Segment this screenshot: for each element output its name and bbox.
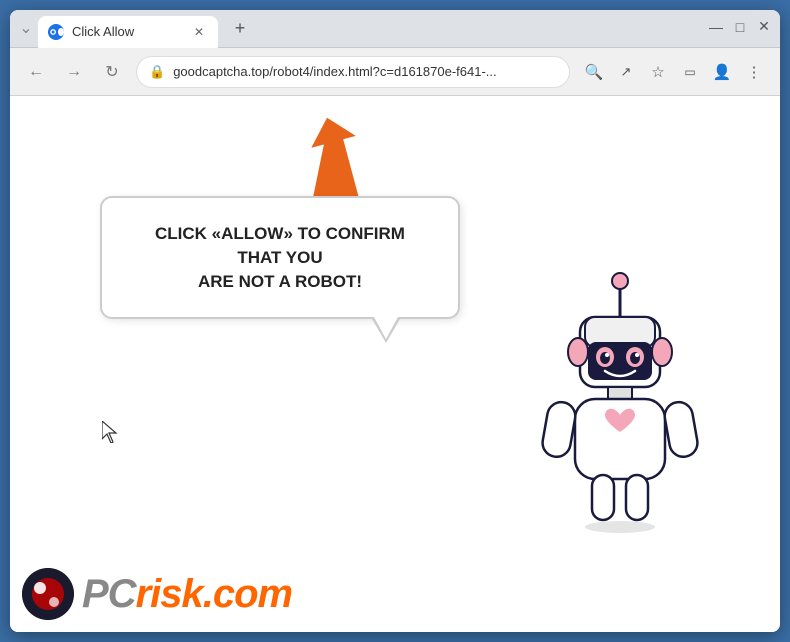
chevron-down-icon[interactable]: ⌄ xyxy=(18,21,34,37)
url-text: goodcaptcha.top/robot4/index.html?c=d161… xyxy=(173,64,557,79)
search-icon[interactable]: 🔍 xyxy=(580,58,608,86)
tab-title: Click Allow xyxy=(72,24,182,39)
pcrisk-text: PCrisk.com xyxy=(82,572,292,617)
menu-icon[interactable]: ⋮ xyxy=(740,58,768,86)
refresh-button[interactable]: ↻ xyxy=(98,58,126,86)
new-tab-button[interactable]: + xyxy=(226,15,254,43)
robot-illustration xyxy=(520,267,720,552)
tab-close-button[interactable]: ✕ xyxy=(190,23,208,41)
page-content: CLICK «ALLOW» TO CONFIRM THAT YOU ARE NO… xyxy=(10,96,780,632)
window-controls: — □ ✕ xyxy=(708,19,772,39)
minimize-button[interactable]: — xyxy=(708,19,724,35)
forward-button[interactable]: → xyxy=(60,58,88,86)
maximize-button[interactable]: □ xyxy=(732,19,748,35)
pcrisk-icon xyxy=(22,568,74,620)
mouse-cursor xyxy=(102,421,120,448)
back-button[interactable]: ← xyxy=(22,58,50,86)
pcrisk-logo: PCrisk.com xyxy=(22,568,292,620)
toolbar-icons: 🔍 ↗ ☆ ▭ 👤 ⋮ xyxy=(580,58,768,86)
lock-icon: 🔒 xyxy=(149,64,165,80)
address-bar: ← → ↻ 🔒 goodcaptcha.top/robot4/index.htm… xyxy=(10,48,780,96)
tab-favicon xyxy=(48,24,64,40)
share-icon[interactable]: ↗ xyxy=(612,58,640,86)
browser-tab[interactable]: Click Allow ✕ xyxy=(38,16,218,48)
profile-icon[interactable]: 👤 xyxy=(708,58,736,86)
title-bar: ⌄ Click Allow ✕ + — □ ✕ xyxy=(10,10,780,48)
bubble-text: CLICK «ALLOW» TO CONFIRM THAT YOU ARE NO… xyxy=(132,222,428,293)
close-button[interactable]: ✕ xyxy=(756,19,772,35)
bookmark-icon[interactable]: ☆ xyxy=(644,58,672,86)
speech-bubble: CLICK «ALLOW» TO CONFIRM THAT YOU ARE NO… xyxy=(100,196,460,319)
sidebar-icon[interactable]: ▭ xyxy=(676,58,704,86)
url-bar[interactable]: 🔒 goodcaptcha.top/robot4/index.html?c=d1… xyxy=(136,56,570,88)
browser-window: ⌄ Click Allow ✕ + — □ ✕ ← → ↻ 🔒 goodc xyxy=(10,10,780,632)
